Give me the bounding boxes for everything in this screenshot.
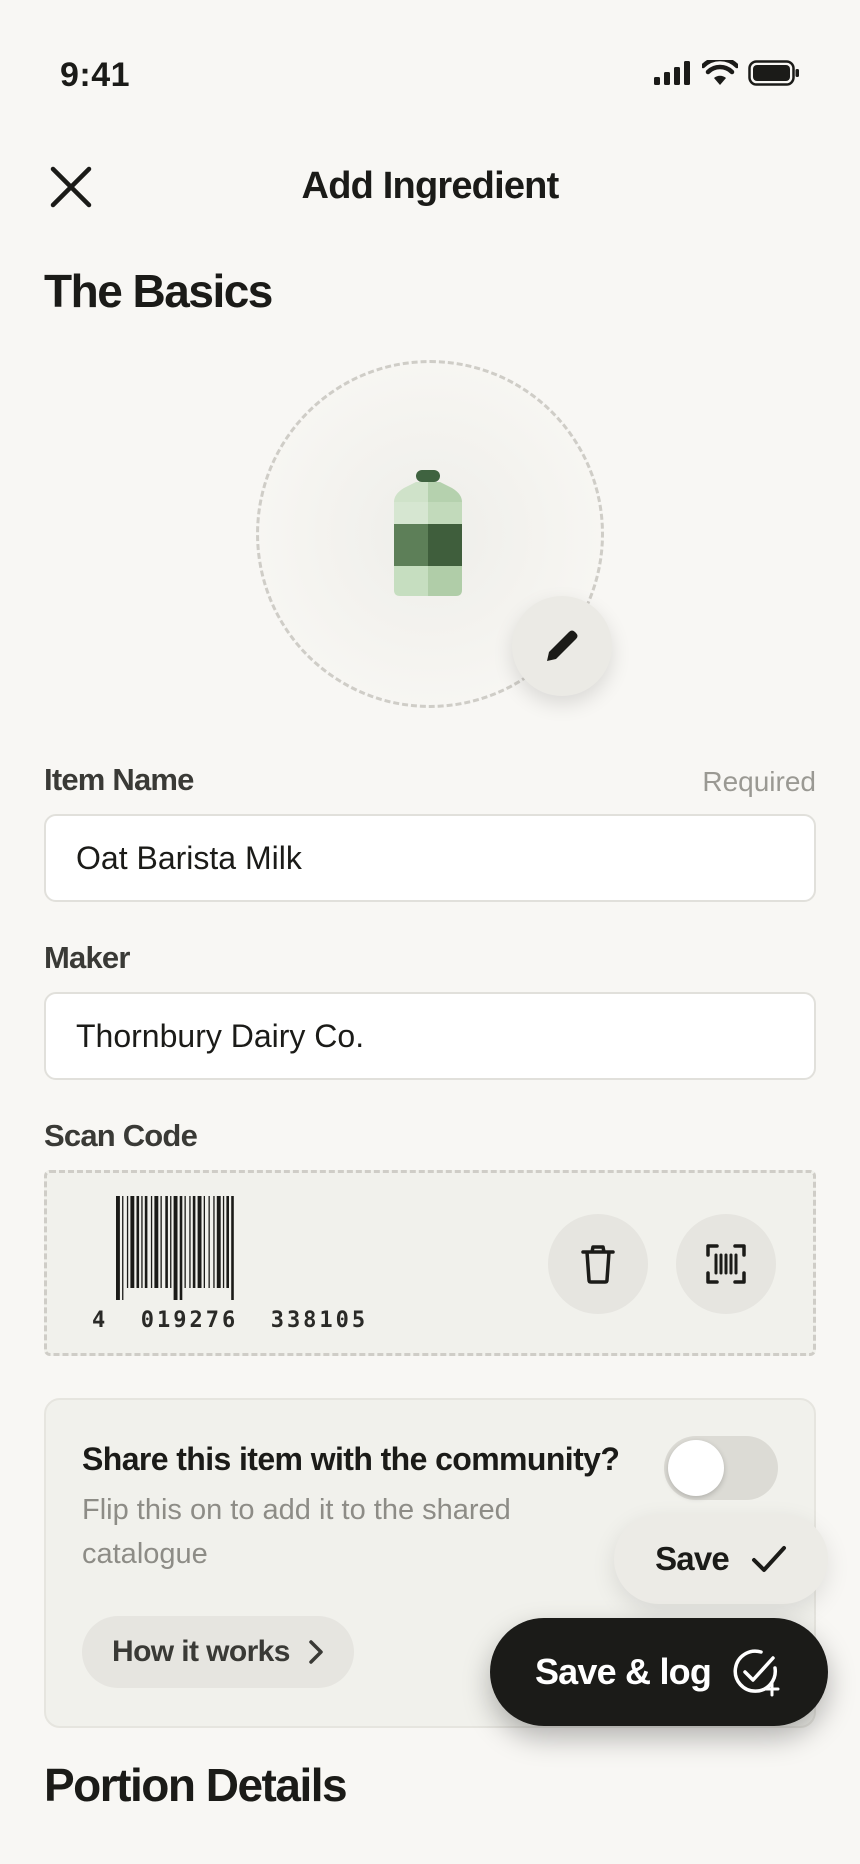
status-time: 9:41 — [60, 56, 131, 94]
barcode-image — [116, 1196, 234, 1300]
barcode-bar — [173, 1196, 178, 1300]
barcode-bar — [189, 1196, 191, 1288]
barcode-bar — [226, 1196, 229, 1288]
barcode-bar — [165, 1196, 168, 1288]
barcode-bar — [213, 1196, 215, 1288]
barcode-bar — [150, 1196, 153, 1288]
item-name-label: Item Name — [44, 762, 194, 797]
barcode-bar — [203, 1196, 205, 1288]
how-it-works-button[interactable]: How it works — [82, 1616, 354, 1688]
barcode-bar — [136, 1196, 140, 1288]
save-and-log-button[interactable]: Save & log — [490, 1618, 828, 1726]
check-icon — [751, 1546, 786, 1572]
barcode-bar — [116, 1196, 120, 1300]
share-toggle[interactable] — [664, 1436, 778, 1500]
how-it-works-label: How it works — [112, 1635, 290, 1668]
cellular-signal-icon — [654, 61, 690, 85]
status-icons — [654, 60, 800, 86]
screen-title: Add Ingredient — [301, 165, 560, 207]
battery-icon — [748, 60, 799, 86]
chevron-right-icon — [309, 1640, 323, 1664]
section-title-portion: Portion Details — [44, 1759, 348, 1811]
bottle-icon — [394, 470, 462, 596]
save-and-log-label: Save & log — [534, 1651, 712, 1692]
save-button[interactable]: Save — [614, 1514, 828, 1604]
delete-code-button[interactable] — [548, 1214, 648, 1314]
share-title: Share this item with the community? — [82, 1441, 620, 1477]
barcode-bar — [216, 1196, 221, 1288]
status-bar: 9:41 — [0, 0, 860, 150]
barcode-bar — [170, 1196, 172, 1288]
barcode-bar — [154, 1196, 159, 1288]
barcode-bar — [222, 1196, 225, 1288]
edit-photo-button[interactable] — [512, 596, 612, 696]
scan-barcode-button[interactable] — [676, 1214, 776, 1314]
pencil-icon — [547, 630, 578, 661]
barcode-bar — [184, 1196, 186, 1288]
barcode-bar — [197, 1196, 202, 1288]
barcode-digits: 4 019276 338105 — [92, 1308, 369, 1333]
check-circle-sparkle-icon — [733, 1649, 780, 1697]
wifi-icon — [702, 60, 738, 85]
section-title-basics: The Basics — [44, 265, 273, 317]
barcode-bar — [208, 1196, 210, 1288]
toggle-knob — [668, 1440, 724, 1496]
scan-code-label: Scan Code — [44, 1118, 198, 1153]
barcode-bar — [160, 1196, 162, 1288]
share-description: Flip this on to add it to the shared cat… — [82, 1494, 511, 1570]
barcode-bar — [231, 1196, 234, 1300]
barcode-bar — [141, 1196, 143, 1288]
required-indicator: Required — [702, 766, 816, 797]
save-label: Save — [655, 1540, 730, 1577]
maker-label: Maker — [44, 940, 130, 975]
barcode-bar — [126, 1196, 129, 1288]
barcode-bar — [122, 1196, 124, 1300]
maker-field[interactable] — [44, 992, 816, 1080]
barcode-scan-icon — [706, 1244, 746, 1284]
barcode-bar — [192, 1196, 196, 1288]
item-name-field[interactable] — [44, 814, 816, 902]
barcode-bar — [179, 1196, 183, 1300]
barcode-bar — [130, 1196, 135, 1288]
trash-icon — [581, 1245, 615, 1284]
barcode-bar — [144, 1196, 148, 1288]
